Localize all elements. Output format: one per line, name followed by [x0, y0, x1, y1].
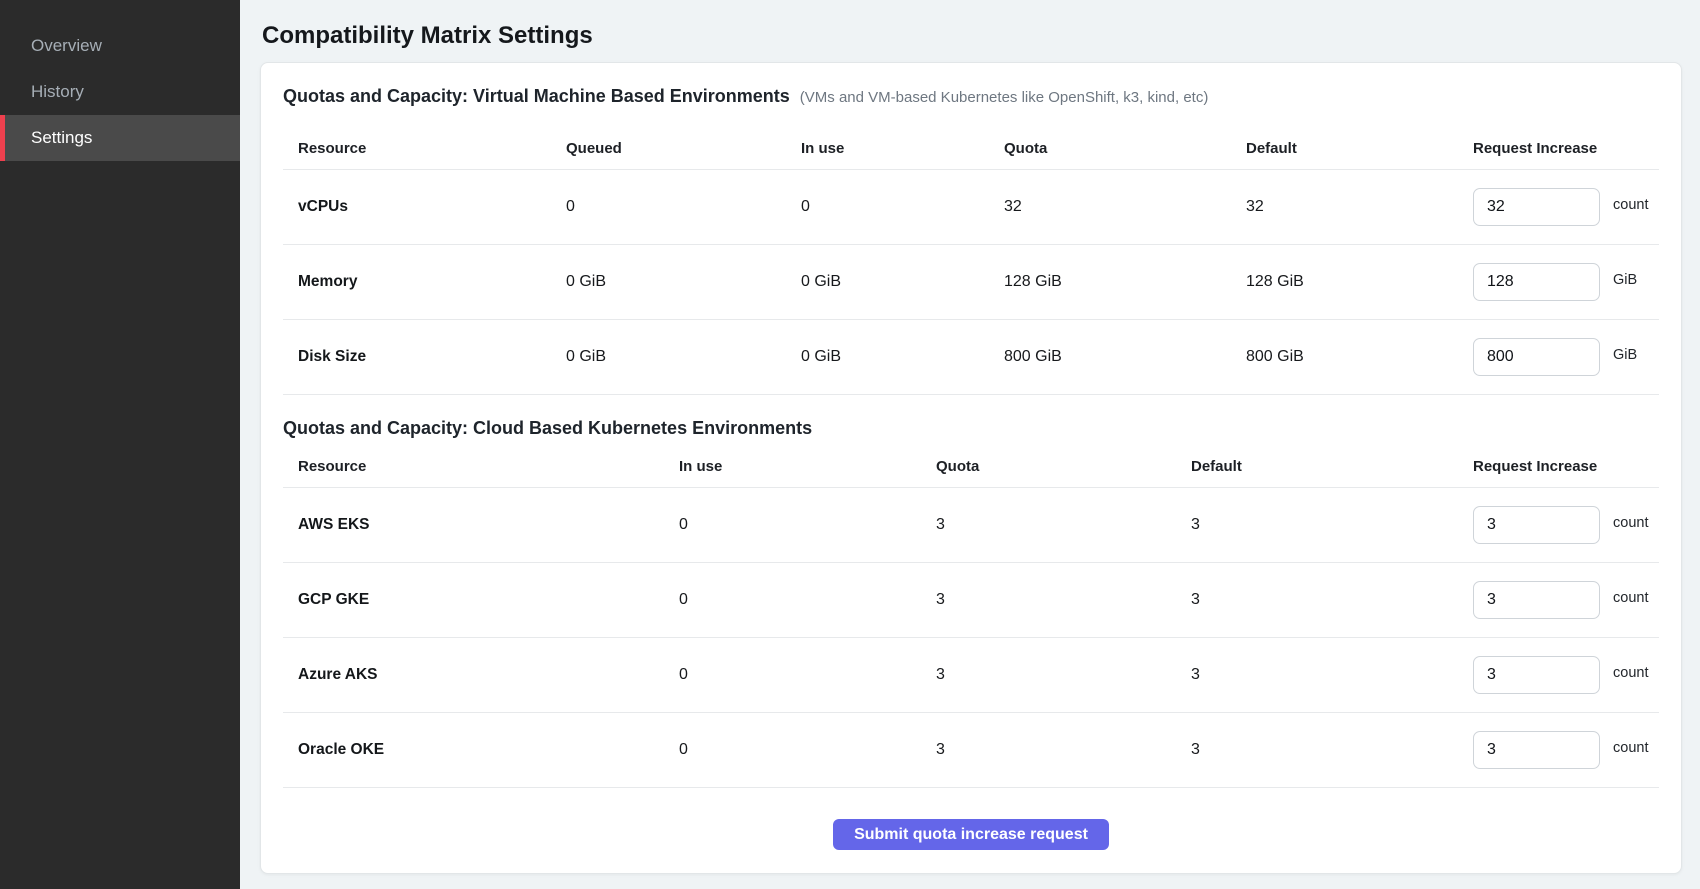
unit-label: GiB — [1613, 347, 1637, 363]
quota-value: 3 — [936, 516, 1191, 534]
azure-aks-request-input[interactable] — [1473, 656, 1600, 694]
default-value: 3 — [1191, 591, 1473, 609]
main-content: Compatibility Matrix Settings Quotas and… — [240, 0, 1700, 889]
table-row-disk-size: Disk Size 0 GiB 0 GiB 800 GiB 800 GiB Gi… — [283, 320, 1659, 395]
submit-button-row: Submit quota increase request — [283, 819, 1659, 850]
default-value: 3 — [1191, 666, 1473, 684]
unit-label: count — [1613, 740, 1648, 756]
sidebar-item-label: Overview — [31, 36, 102, 56]
quota-value: 3 — [936, 741, 1191, 759]
default-value: 3 — [1191, 516, 1473, 534]
sidebar-item-label: Settings — [31, 128, 92, 148]
request-increase-cell: count — [1473, 656, 1659, 694]
default-value: 32 — [1246, 198, 1473, 216]
disk-size-request-input[interactable] — [1473, 338, 1600, 376]
table-row-vcpus: vCPUs 0 0 32 32 count — [283, 170, 1659, 245]
sidebar-item-overview[interactable]: Overview — [0, 23, 240, 69]
resource-name: Disk Size — [298, 348, 566, 366]
resource-name: Oracle OKE — [298, 741, 679, 759]
request-increase-cell: count — [1473, 581, 1659, 619]
memory-request-input[interactable] — [1473, 263, 1600, 301]
sidebar-item-label: History — [31, 82, 84, 102]
in-use-value: 0 — [801, 198, 1004, 216]
table-row-azure-aks: Azure AKS 0 3 3 count — [283, 638, 1659, 713]
column-header-in-use: In use — [679, 458, 936, 475]
column-header-quota: Quota — [936, 458, 1191, 475]
column-header-resource: Resource — [298, 458, 679, 475]
quota-value: 3 — [936, 591, 1191, 609]
cloud-section-title: Quotas and Capacity: Cloud Based Kuberne… — [283, 417, 812, 439]
request-increase-cell: count — [1473, 188, 1659, 226]
vcpus-request-input[interactable] — [1473, 188, 1600, 226]
settings-card: Quotas and Capacity: Virtual Machine Bas… — [260, 62, 1682, 874]
column-header-default: Default — [1191, 458, 1473, 475]
table-row-oracle-oke: Oracle OKE 0 3 3 count — [283, 713, 1659, 788]
sidebar-item-settings[interactable]: Settings — [0, 115, 240, 161]
quota-value: 128 GiB — [1004, 273, 1246, 291]
in-use-value: 0 GiB — [801, 348, 1004, 366]
queued-value: 0 GiB — [566, 348, 801, 366]
in-use-value: 0 — [679, 591, 936, 609]
unit-label: count — [1613, 197, 1648, 213]
vm-section-header: Quotas and Capacity: Virtual Machine Bas… — [283, 85, 1659, 107]
column-header-quota: Quota — [1004, 140, 1246, 157]
table-row-memory: Memory 0 GiB 0 GiB 128 GiB 128 GiB GiB — [283, 245, 1659, 320]
request-increase-cell: count — [1473, 731, 1659, 769]
sidebar-item-history[interactable]: History — [0, 69, 240, 115]
in-use-value: 0 — [679, 666, 936, 684]
vm-section-title: Quotas and Capacity: Virtual Machine Bas… — [283, 85, 790, 107]
oracle-oke-request-input[interactable] — [1473, 731, 1600, 769]
resource-name: Memory — [298, 273, 566, 291]
quota-value: 32 — [1004, 198, 1246, 216]
in-use-value: 0 — [679, 516, 936, 534]
sidebar: Overview History Settings — [0, 0, 240, 889]
aws-eks-request-input[interactable] — [1473, 506, 1600, 544]
column-header-request-increase: Request Increase — [1473, 458, 1659, 475]
cloud-section-header: Quotas and Capacity: Cloud Based Kuberne… — [283, 417, 1659, 439]
resource-name: AWS EKS — [298, 516, 679, 534]
vm-table-header: Resource Queued In use Quota Default Req… — [283, 128, 1659, 170]
cloud-table-header: Resource In use Quota Default Request In… — [283, 446, 1659, 488]
page-title: Compatibility Matrix Settings — [262, 22, 1682, 50]
request-increase-cell: GiB — [1473, 338, 1659, 376]
default-value: 128 GiB — [1246, 273, 1473, 291]
queued-value: 0 GiB — [566, 273, 801, 291]
default-value: 3 — [1191, 741, 1473, 759]
request-increase-cell: count — [1473, 506, 1659, 544]
vm-section-subtitle: (VMs and VM-based Kubernetes like OpenSh… — [800, 89, 1209, 106]
resource-name: GCP GKE — [298, 591, 679, 609]
column-header-request-increase: Request Increase — [1473, 140, 1659, 157]
column-header-default: Default — [1246, 140, 1473, 157]
resource-name: vCPUs — [298, 198, 566, 216]
column-header-resource: Resource — [298, 140, 566, 157]
submit-quota-increase-button[interactable]: Submit quota increase request — [833, 819, 1109, 850]
unit-label: count — [1613, 590, 1648, 606]
in-use-value: 0 — [679, 741, 936, 759]
gcp-gke-request-input[interactable] — [1473, 581, 1600, 619]
unit-label: GiB — [1613, 272, 1637, 288]
unit-label: count — [1613, 515, 1648, 531]
quota-value: 3 — [936, 666, 1191, 684]
request-increase-cell: GiB — [1473, 263, 1659, 301]
table-row-gcp-gke: GCP GKE 0 3 3 count — [283, 563, 1659, 638]
queued-value: 0 — [566, 198, 801, 216]
column-header-queued: Queued — [566, 140, 801, 157]
unit-label: count — [1613, 665, 1648, 681]
column-header-in-use: In use — [801, 140, 1004, 157]
default-value: 800 GiB — [1246, 348, 1473, 366]
in-use-value: 0 GiB — [801, 273, 1004, 291]
resource-name: Azure AKS — [298, 666, 679, 684]
table-row-aws-eks: AWS EKS 0 3 3 count — [283, 488, 1659, 563]
quota-value: 800 GiB — [1004, 348, 1246, 366]
